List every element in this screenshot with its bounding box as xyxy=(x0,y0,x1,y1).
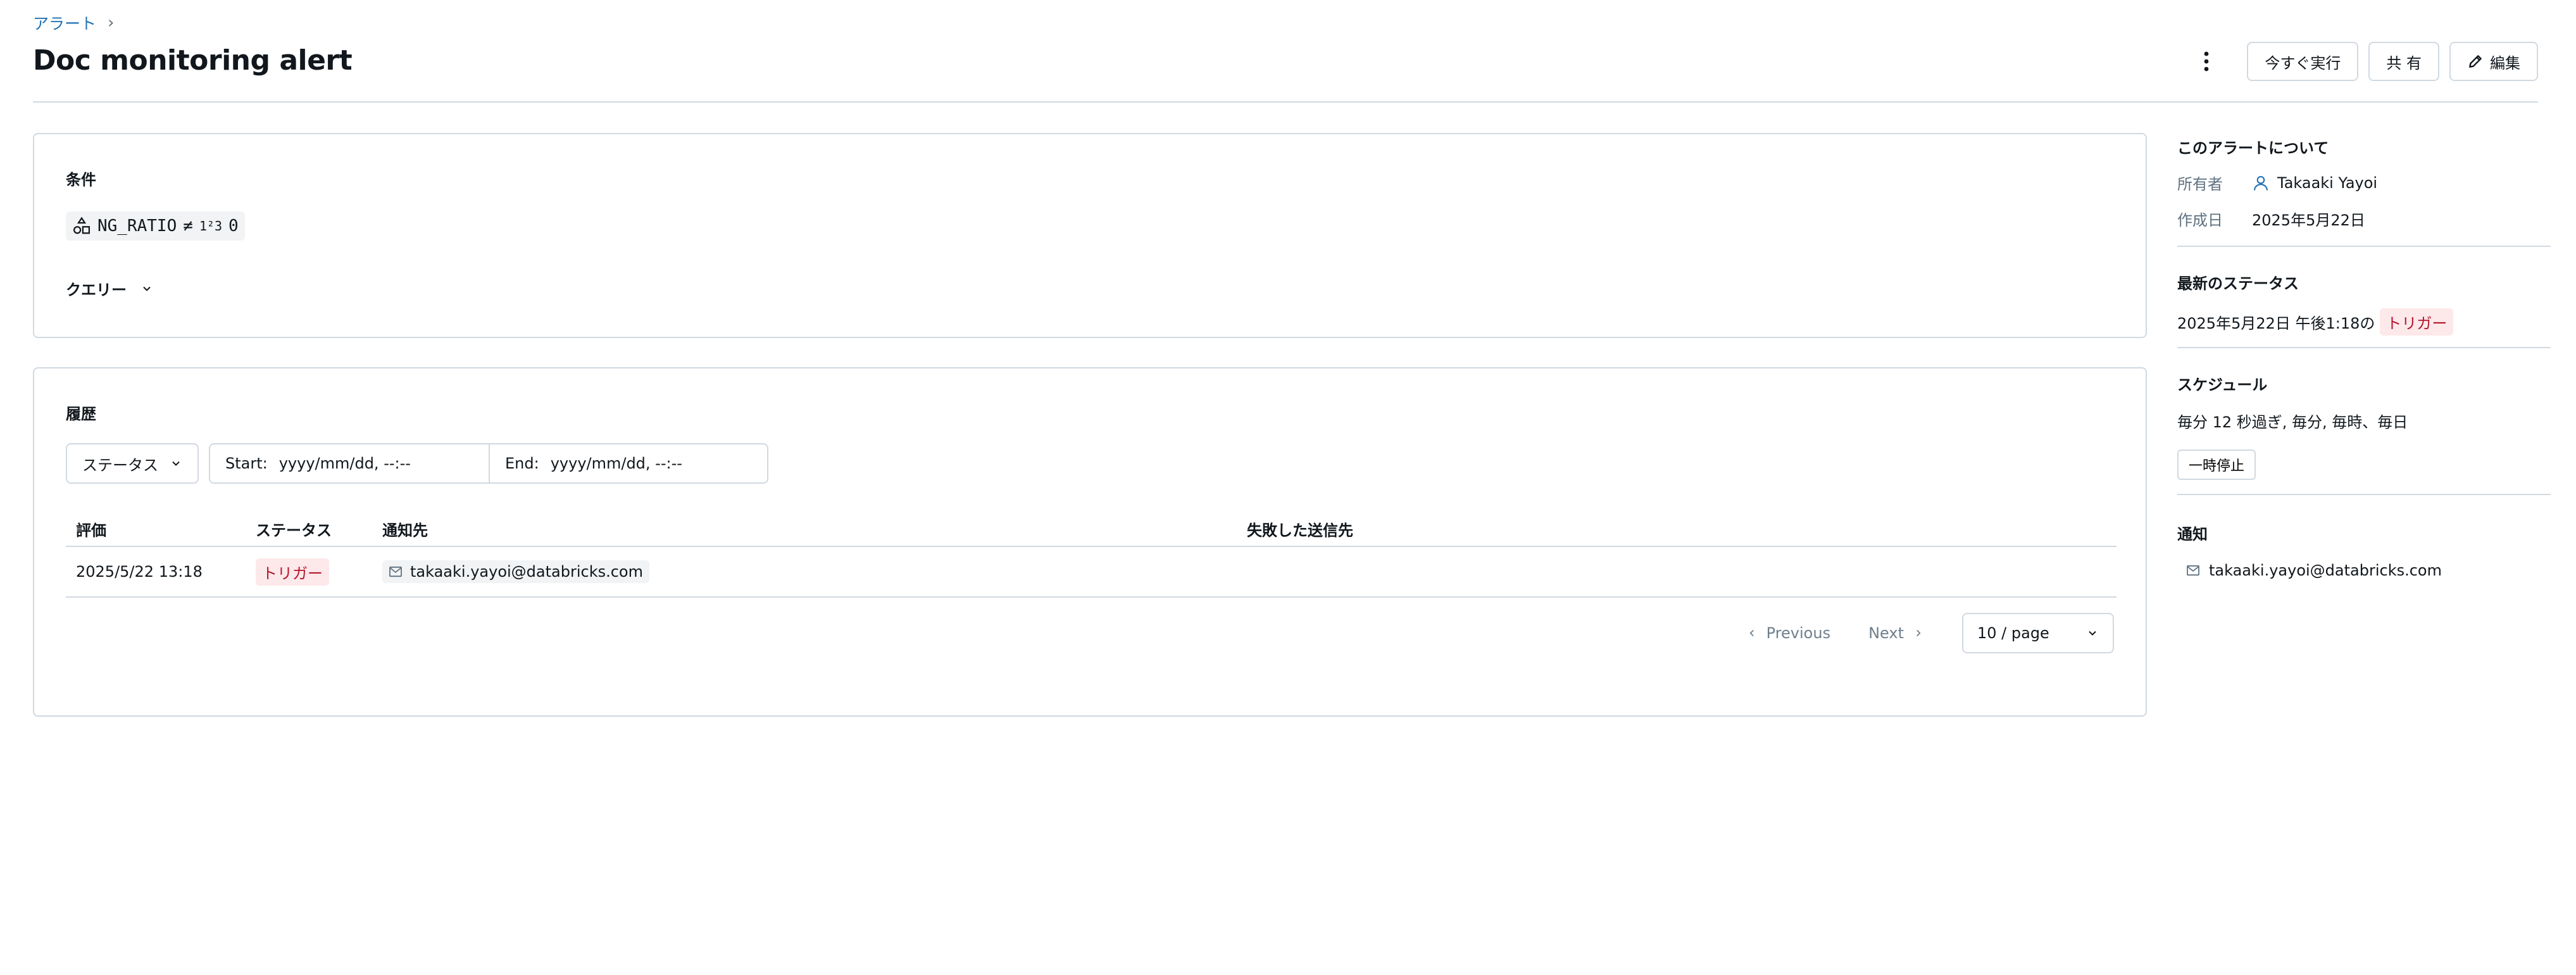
user-icon xyxy=(2254,175,2268,191)
start-date-input[interactable]: Start: yyyy/mm/dd, --:-- xyxy=(210,444,489,482)
next-label: Next xyxy=(1868,624,1904,642)
condition-operator: ≠ xyxy=(183,217,193,236)
numeric-type-icon: 1²3 xyxy=(199,218,223,234)
next-page-button[interactable]: Next xyxy=(1868,624,1924,642)
status-time: 2025年5月22日 午後1:18の xyxy=(2177,315,2375,332)
run-now-button[interactable]: 今すぐ実行 xyxy=(2247,42,2359,81)
breadcrumb-separator: › xyxy=(108,13,115,32)
pencil-icon xyxy=(2469,55,2482,68)
sidebar-divider xyxy=(2177,347,2551,348)
end-label: End: xyxy=(505,455,539,472)
condition-column: NG_RATIO xyxy=(97,217,177,236)
history-card: 履歴 ステータス Start: yyyy/mm/dd, --:-- End: y… xyxy=(33,367,2147,717)
status-line: 2025年5月22日 午後1:18の トリガー xyxy=(2177,308,2551,336)
condition-title: 条件 xyxy=(66,171,96,189)
status-filter-select[interactable]: ステータス xyxy=(66,443,199,484)
cell-evaluated: 2025/5/22 13:18 xyxy=(76,563,203,581)
query-label: クエリー xyxy=(66,281,127,299)
edit-label: 編集 xyxy=(2490,54,2520,72)
column-header-status[interactable]: ステータス xyxy=(256,518,382,540)
condition-card: 条件 NG_RATIO ≠ 1²3 0 クエリー xyxy=(33,133,2147,338)
schedule-title: スケジュール xyxy=(2177,376,2268,394)
notify-title: 通知 xyxy=(2177,525,2208,543)
condition-value: 0 xyxy=(228,217,239,236)
owner-row: 所有者 Takaaki Yayoi xyxy=(2177,172,2551,194)
chevron-left-icon xyxy=(1749,629,1754,637)
page-title: Doc monitoring alert xyxy=(33,44,353,77)
history-table: 評価 ステータス 通知先 失敗した送信先 2025/5/22 13:18 トリガ… xyxy=(66,512,2116,598)
run-now-label: 今すぐ実行 xyxy=(2265,54,2341,72)
end-date-input[interactable]: End: yyyy/mm/dd, --:-- xyxy=(489,444,767,482)
header-divider xyxy=(33,101,2538,103)
page-size-label: 10 / page xyxy=(1977,624,2049,642)
condition-expression: NG_RATIO ≠ 1²3 0 xyxy=(66,211,245,241)
date-range-picker: Start: yyyy/mm/dd, --:-- End: yyyy/mm/dd… xyxy=(209,443,768,484)
schedule-section: スケジュール 毎分 12 秒過ぎ, 毎分, 毎時、毎日 一時停止 xyxy=(2177,372,2551,480)
chevron-down-icon xyxy=(2089,631,2096,636)
status-badge: トリガー xyxy=(256,558,329,586)
status-filter-label: ステータス xyxy=(82,456,158,474)
edit-button[interactable]: 編集 xyxy=(2449,42,2538,81)
previous-label: Previous xyxy=(1766,624,1831,642)
sidebar-divider xyxy=(2177,494,2551,495)
column-header-evaluated[interactable]: 評価 xyxy=(66,518,256,540)
previous-page-button[interactable]: Previous xyxy=(1746,624,1830,642)
created-date: 2025年5月22日 xyxy=(2252,211,2365,229)
notify-recipient: takaaki.yayoi@databricks.com xyxy=(2177,562,2551,579)
notification-section: 通知 takaaki.yayoi@databricks.com xyxy=(2177,522,2551,579)
history-filters: ステータス Start: yyyy/mm/dd, --:-- End: yyyy… xyxy=(66,443,768,484)
breadcrumb-alerts-link[interactable]: アラート xyxy=(33,11,96,34)
created-label: 作成日 xyxy=(2177,211,2223,229)
start-label: Start: xyxy=(225,455,268,472)
header-actions: 今すぐ実行 共 有 編集 xyxy=(2191,42,2538,81)
more-options-icon[interactable] xyxy=(2191,42,2222,81)
page-size-select[interactable]: 10 / page xyxy=(1962,613,2114,653)
status-title: 最新のステータス xyxy=(2177,275,2299,292)
about-section: このアラートについて 所有者 Takaaki Yayoi 作成日 2025年5月… xyxy=(2177,135,2551,230)
chevron-down-icon xyxy=(172,461,180,466)
breadcrumb: アラート › xyxy=(33,11,114,34)
column-header-recipient[interactable]: 通知先 xyxy=(382,518,1247,540)
status-badge: トリガー xyxy=(2380,308,2454,336)
share-button[interactable]: 共 有 xyxy=(2368,42,2439,81)
table-header: 評価 ステータス 通知先 失敗した送信先 xyxy=(66,512,2116,547)
column-header-failed[interactable]: 失敗した送信先 xyxy=(1247,518,2116,540)
pause-button[interactable]: 一時停止 xyxy=(2177,450,2256,480)
chevron-down-icon xyxy=(143,286,151,291)
owner-name: Takaaki Yayoi xyxy=(2277,173,2378,192)
table-row: 2025/5/22 13:18 トリガー takaaki.yayoi@datab… xyxy=(66,547,2116,598)
mail-icon xyxy=(389,566,402,577)
recipient-email: takaaki.yayoi@databricks.com xyxy=(410,563,643,581)
sidebar-divider xyxy=(2177,246,2551,247)
pause-label: 一時停止 xyxy=(2189,458,2245,474)
start-placeholder: yyyy/mm/dd, --:-- xyxy=(278,455,411,472)
created-row: 作成日 2025年5月22日 xyxy=(2177,208,2551,230)
notify-email: takaaki.yayoi@databricks.com xyxy=(2209,562,2442,579)
share-label: 共 有 xyxy=(2386,54,2422,72)
chevron-right-icon xyxy=(1916,629,1921,637)
owner-label: 所有者 xyxy=(2177,175,2223,193)
end-placeholder: yyyy/mm/dd, --:-- xyxy=(550,455,682,472)
recipient-chip: takaaki.yayoi@databricks.com xyxy=(382,560,649,583)
shapes-icon xyxy=(73,217,90,234)
query-toggle[interactable]: クエリー xyxy=(66,277,153,299)
status-section: 最新のステータス 2025年5月22日 午後1:18の トリガー xyxy=(2177,271,2551,336)
mail-icon xyxy=(2187,565,2199,576)
pagination: Previous Next 10 / page xyxy=(1746,613,2114,653)
history-title: 履歴 xyxy=(66,405,96,423)
schedule-text: 毎分 12 秒過ぎ, 毎分, 毎時、毎日 xyxy=(2177,413,2408,431)
about-title: このアラートについて xyxy=(2177,139,2329,157)
